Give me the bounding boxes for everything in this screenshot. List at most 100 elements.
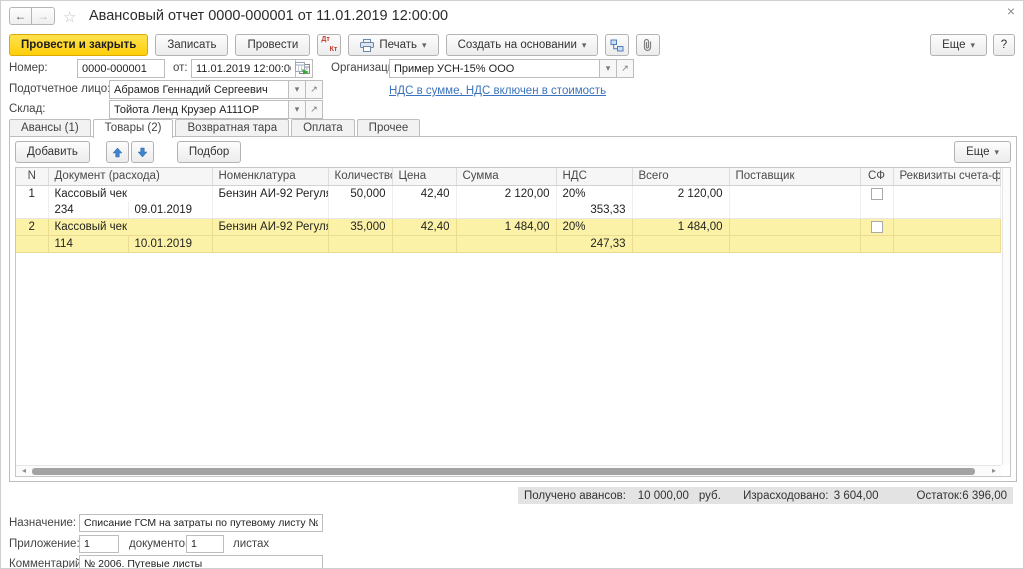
- horizontal-scrollbar-thumb[interactable]: [32, 468, 975, 475]
- set-current-date-icon[interactable]: [292, 59, 312, 78]
- nomenclature-cell[interactable]: Бензин АИ-92 Регуляр: [212, 185, 328, 202]
- row-number-cell[interactable]: 1: [16, 185, 48, 202]
- col-sf[interactable]: СФ: [860, 168, 893, 185]
- col-nomenclature[interactable]: Номенклатура: [212, 168, 328, 185]
- vertical-scrollbar[interactable]: [1002, 168, 1010, 465]
- move-row-down-button[interactable]: [131, 141, 154, 163]
- tab-prochee[interactable]: Прочее: [357, 119, 421, 137]
- vat-amount-cell[interactable]: 353,33: [556, 202, 632, 219]
- received-advances-value: 10 000,00: [626, 490, 689, 502]
- invoice-cell[interactable]: [893, 185, 1001, 202]
- remainder-value: 6 396,00: [962, 490, 1007, 502]
- number-input[interactable]: [77, 59, 165, 78]
- chevron-down-icon[interactable]: ▾: [600, 59, 617, 78]
- supplier-cell[interactable]: [729, 185, 860, 202]
- col-n[interactable]: N: [16, 168, 48, 185]
- col-vat[interactable]: НДС: [556, 168, 632, 185]
- date-input[interactable]: [191, 59, 296, 78]
- received-advances-label: Получено авансов:: [524, 490, 626, 502]
- sum-cell[interactable]: 2 120,00: [456, 185, 556, 202]
- forward-button[interactable]: →: [32, 7, 55, 25]
- accountable-person-select[interactable]: [109, 80, 289, 99]
- open-item-icon[interactable]: ↗: [306, 80, 323, 99]
- tab-oplata[interactable]: Оплата: [291, 119, 355, 137]
- horizontal-scrollbar[interactable]: ◂ ▸: [16, 465, 1001, 476]
- related-documents-button[interactable]: [605, 34, 629, 56]
- doc-date-cell[interactable]: 10.01.2019: [128, 235, 212, 252]
- vat-amount-cell[interactable]: 247,33: [556, 235, 632, 252]
- vat-rate-cell[interactable]: 20%: [556, 185, 632, 202]
- col-supplier[interactable]: Поставщик: [729, 168, 860, 185]
- create-based-on-label: Создать на основании: [458, 39, 577, 51]
- chevron-down-icon[interactable]: ▾: [289, 80, 306, 99]
- col-total[interactable]: Всего: [632, 168, 729, 185]
- sf-checkbox[interactable]: [871, 188, 883, 200]
- col-quantity[interactable]: Количество: [328, 168, 392, 185]
- scroll-right-icon[interactable]: ▸: [988, 466, 1000, 476]
- save-button[interactable]: Записать: [155, 34, 228, 56]
- table-more-button[interactable]: Еще ▾: [954, 141, 1011, 163]
- doc-type-cell[interactable]: Кассовый чек: [48, 185, 212, 202]
- chevron-down-icon[interactable]: ▾: [289, 100, 306, 119]
- comment-input[interactable]: [79, 555, 323, 569]
- doc-type-cell[interactable]: Кассовый чек: [48, 218, 212, 235]
- empty-cell: [729, 235, 860, 252]
- nomenclature-cell[interactable]: Бензин АИ-92 Регуляр: [212, 218, 328, 235]
- dtkt-postings-button[interactable]: Дт Кт: [317, 34, 341, 56]
- quantity-cell[interactable]: 50,000: [328, 185, 392, 202]
- organization-select[interactable]: [389, 59, 600, 78]
- total-cell[interactable]: 1 484,00: [632, 218, 729, 235]
- add-row-button[interactable]: Добавить: [15, 141, 90, 163]
- chevron-down-icon: ▾: [422, 40, 427, 51]
- spent-value: 3 604,00: [828, 490, 878, 502]
- col-price[interactable]: Цена: [392, 168, 456, 185]
- tab-tovary[interactable]: Товары (2): [93, 119, 174, 138]
- supplier-cell[interactable]: [729, 218, 860, 235]
- date-prefix-label: от:: [173, 62, 188, 74]
- print-button[interactable]: Печать ▾: [348, 34, 438, 56]
- close-icon[interactable]: ×: [1007, 3, 1015, 19]
- open-item-icon[interactable]: ↗: [306, 100, 323, 119]
- attachments-button[interactable]: [636, 34, 660, 56]
- total-cell[interactable]: 2 120,00: [632, 185, 729, 202]
- purpose-input[interactable]: [79, 514, 323, 532]
- tab-vozvratnaya-tara[interactable]: Возвратная тара: [175, 119, 289, 137]
- docs-count-input[interactable]: [79, 535, 119, 553]
- appendix-label: Приложение:: [9, 538, 80, 550]
- printer-icon: [360, 39, 374, 52]
- move-row-up-button[interactable]: [106, 141, 129, 163]
- sheets-count-input[interactable]: [186, 535, 224, 553]
- invoice-cell[interactable]: [893, 218, 1001, 235]
- doc-number-cell[interactable]: 234: [48, 202, 128, 219]
- number-label: Номер:: [9, 62, 48, 74]
- doc-date-cell[interactable]: 09.01.2019: [128, 202, 212, 219]
- post-and-close-button[interactable]: Провести и закрыть: [9, 34, 148, 56]
- col-invoice-details[interactable]: Реквизиты счета-фактуры: [893, 168, 1001, 185]
- scroll-left-icon[interactable]: ◂: [18, 466, 30, 476]
- sum-cell[interactable]: 1 484,00: [456, 218, 556, 235]
- back-arrow-icon: ←: [15, 9, 27, 23]
- col-document[interactable]: Документ (расхода): [48, 168, 212, 185]
- empty-cell: [860, 235, 893, 252]
- vat-rate-cell[interactable]: 20%: [556, 218, 632, 235]
- create-based-on-button[interactable]: Создать на основании ▾: [446, 34, 599, 56]
- vat-settings-link[interactable]: НДС в сумме, НДС включен в стоимость: [389, 85, 606, 97]
- quantity-cell[interactable]: 35,000: [328, 218, 392, 235]
- pick-items-button[interactable]: Подбор: [177, 141, 242, 163]
- price-cell[interactable]: 42,40: [392, 185, 456, 202]
- warehouse-select[interactable]: [109, 100, 289, 119]
- sf-checkbox[interactable]: [871, 221, 883, 233]
- tab-avansy[interactable]: Авансы (1): [9, 119, 91, 137]
- favorite-star-icon[interactable]: ☆: [63, 8, 76, 26]
- open-item-icon[interactable]: ↗: [617, 59, 634, 78]
- price-cell[interactable]: 42,40: [392, 218, 456, 235]
- help-button[interactable]: ?: [993, 34, 1015, 56]
- more-button[interactable]: Еще ▾: [930, 34, 987, 56]
- col-sum[interactable]: Сумма: [456, 168, 556, 185]
- doc-number-cell[interactable]: 114: [48, 235, 128, 252]
- back-button[interactable]: ←: [9, 7, 32, 25]
- table-row: 1 Кассовый чек Бензин АИ-92 Регуляр 50,0…: [16, 185, 1001, 202]
- post-button[interactable]: Провести: [235, 34, 310, 56]
- empty-cell: [328, 235, 392, 252]
- row-number-cell[interactable]: 2: [16, 218, 48, 235]
